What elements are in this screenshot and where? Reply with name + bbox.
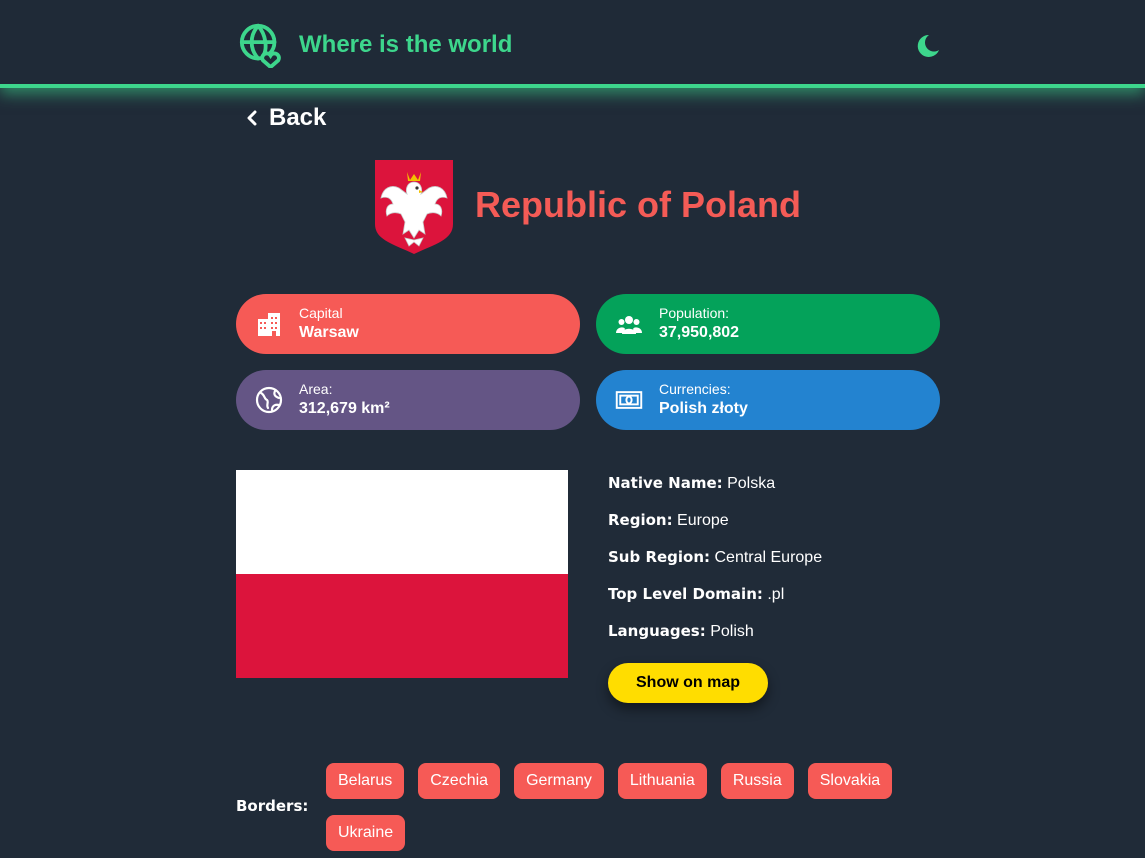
border-chip-russia[interactable]: Russia xyxy=(720,763,794,799)
back-label: Back xyxy=(269,104,327,131)
borders-label: Borders: xyxy=(236,797,309,815)
border-chip-belarus[interactable]: Belarus xyxy=(326,763,405,799)
area-label: Area: xyxy=(299,381,333,397)
languages-label: Languages: xyxy=(608,622,706,640)
tld-value: .pl xyxy=(767,586,785,603)
capital-label: Capital xyxy=(299,305,343,321)
moon-icon[interactable] xyxy=(912,30,942,60)
population-value: 37,950,802 xyxy=(659,324,740,341)
population-text: Population: 37,950,802 xyxy=(659,304,739,344)
brand: Where is the world xyxy=(238,22,512,68)
sub-region-value: Central Europe xyxy=(714,549,823,566)
native-name-value: Polska xyxy=(727,475,776,492)
country-title: Republic of Poland xyxy=(475,184,802,225)
flag-white-stripe xyxy=(236,470,568,574)
borders-list: Belarus Czechia Germany Lithuania Russia… xyxy=(326,763,926,858)
currencies-card: Currencies: Polish złoty xyxy=(596,370,940,430)
detail-tld: Top Level Domain: .pl xyxy=(608,583,822,620)
globe-icon xyxy=(255,386,283,414)
coat-of-arms xyxy=(375,160,453,254)
globe-heart-icon xyxy=(239,23,281,68)
capital-text: Capital Warsaw xyxy=(299,304,359,344)
country-flag xyxy=(236,470,568,678)
border-chip-ukraine[interactable]: Ukraine xyxy=(326,815,406,851)
area-card: Area: 312,679 km² xyxy=(236,370,580,430)
app-header: Where is the world xyxy=(0,0,1145,88)
population-card: Population: 37,950,802 xyxy=(596,294,940,354)
banknote-icon xyxy=(615,391,643,409)
people-icon xyxy=(616,316,642,334)
chevron-left-icon xyxy=(247,110,257,126)
city-icon xyxy=(258,313,280,336)
capital-value: Warsaw xyxy=(299,324,359,341)
detail-native-name: Native Name: Polska xyxy=(608,472,822,509)
country-details: Native Name: Polska Region: Europe Sub R… xyxy=(608,472,822,657)
border-chip-slovakia[interactable]: Slovakia xyxy=(807,763,893,799)
sub-region-label: Sub Region: xyxy=(608,548,711,566)
show-on-map-button[interactable]: Show on map xyxy=(608,663,768,703)
app-title: Where is the world xyxy=(299,31,513,58)
currencies-text: Currencies: Polish złoty xyxy=(659,380,748,420)
detail-sub-region: Sub Region: Central Europe xyxy=(608,546,822,583)
area-value: 312,679 km² xyxy=(299,400,390,417)
native-name-label: Native Name: xyxy=(608,474,723,492)
currencies-value: Polish złoty xyxy=(659,400,748,417)
languages-value: Polish xyxy=(710,623,754,640)
border-chip-lithuania[interactable]: Lithuania xyxy=(617,763,707,799)
area-text: Area: 312,679 km² xyxy=(299,380,390,420)
detail-region: Region: Europe xyxy=(608,509,822,546)
tld-label: Top Level Domain: xyxy=(608,585,763,603)
border-chip-czechia[interactable]: Czechia xyxy=(418,763,501,799)
region-value: Europe xyxy=(677,512,729,529)
region-label: Region: xyxy=(608,511,673,529)
flag-red-stripe xyxy=(236,574,568,678)
population-label: Population: xyxy=(659,305,730,321)
detail-languages: Languages: Polish xyxy=(608,620,822,657)
border-chip-germany[interactable]: Germany xyxy=(514,763,604,799)
currencies-label: Currencies: xyxy=(659,381,731,397)
capital-card: Capital Warsaw xyxy=(236,294,580,354)
back-button[interactable]: Back xyxy=(243,104,326,132)
